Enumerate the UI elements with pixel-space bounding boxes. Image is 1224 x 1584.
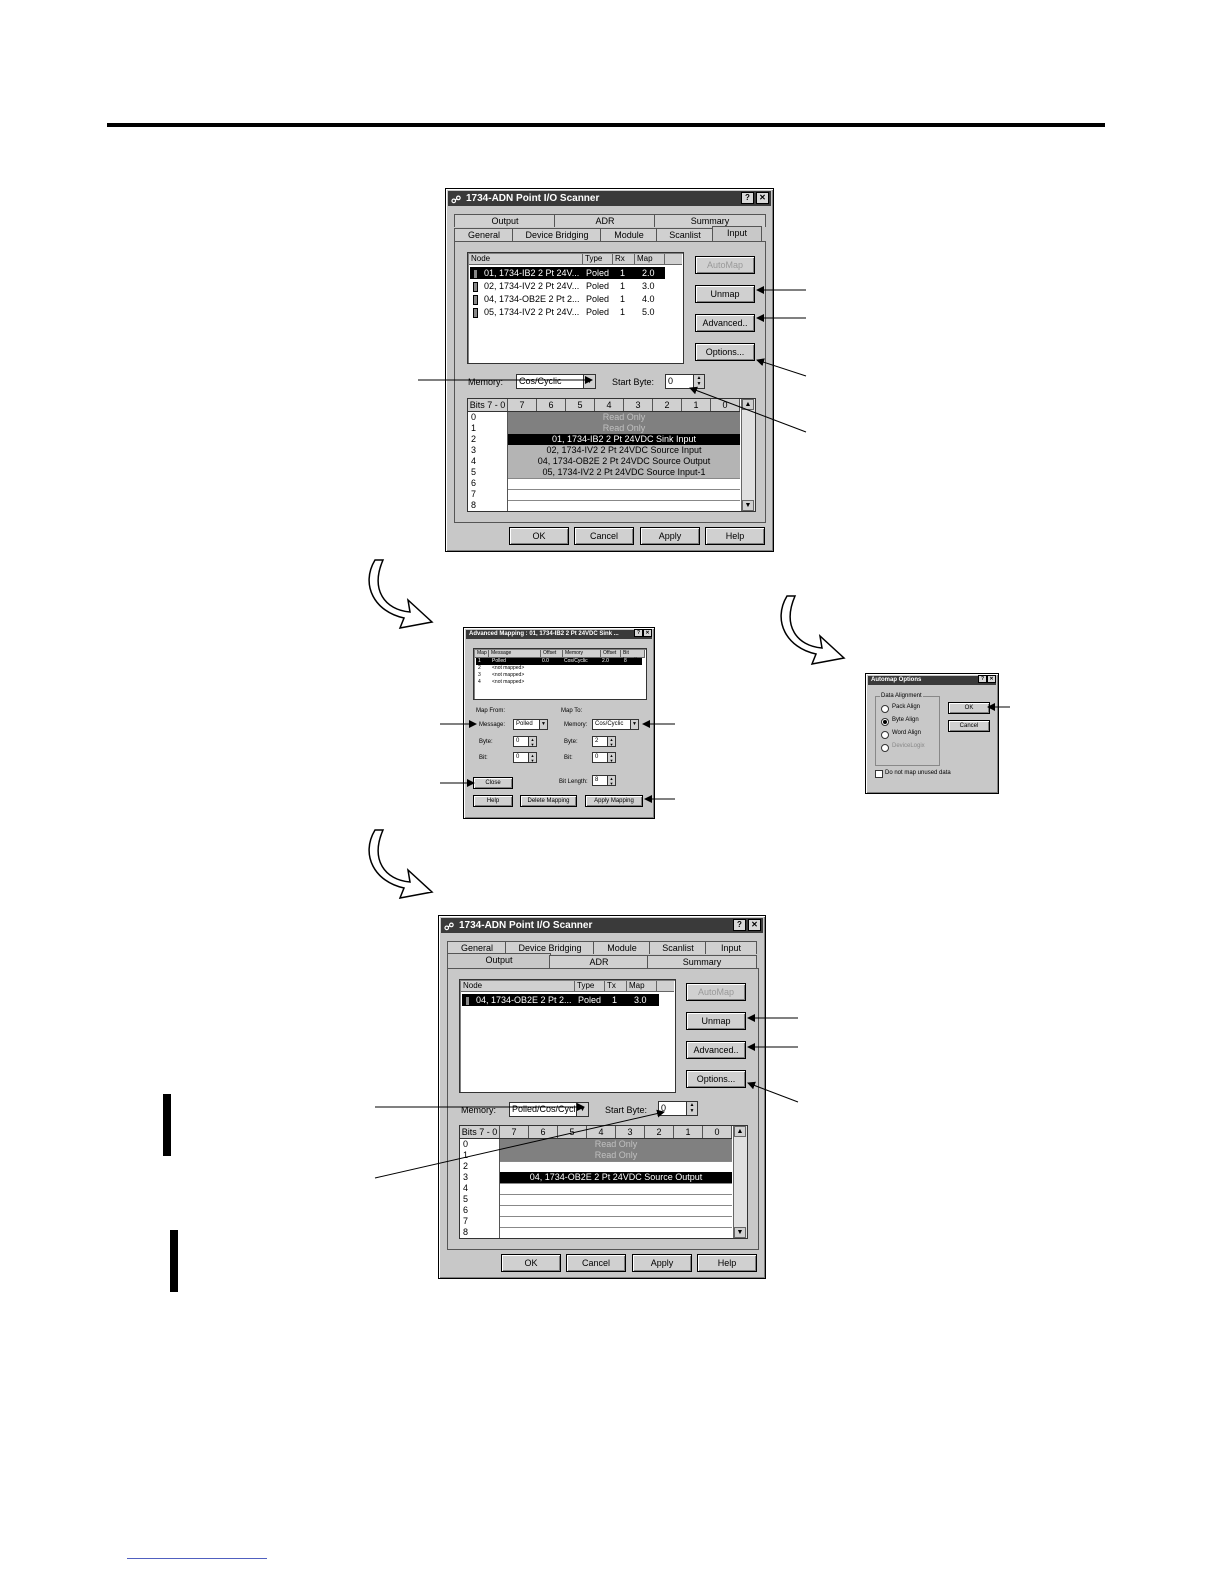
callout-arrow — [756, 358, 807, 377]
flow-arrow-icon — [780, 595, 846, 665]
callout-arrow — [689, 386, 807, 433]
flow-arrow-icon — [368, 829, 434, 899]
callout-overlay — [368, 286, 1010, 1179]
flow-arrow-icon — [368, 559, 434, 629]
callout-arrow — [374, 1109, 665, 1179]
callout-arrow — [747, 1081, 799, 1103]
